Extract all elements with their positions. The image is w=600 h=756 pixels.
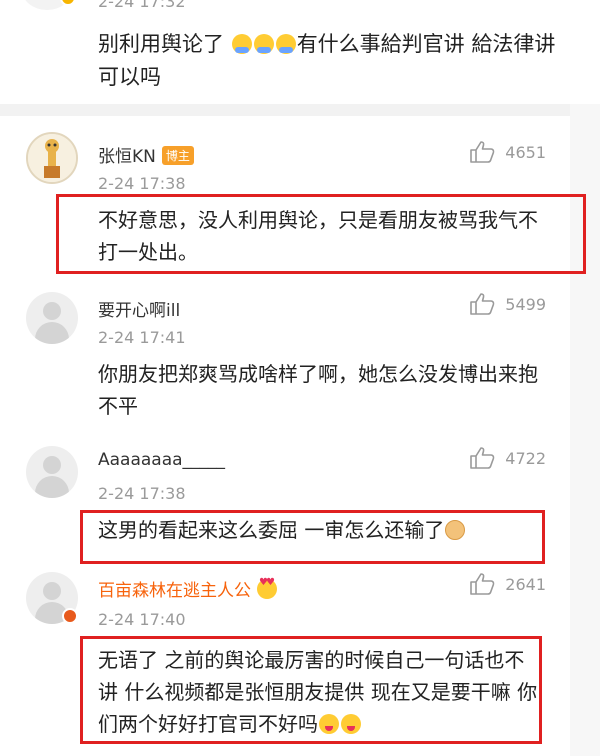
commenter-name[interactable]: 要开心啊ill bbox=[98, 296, 180, 321]
blogger-badge: 博主 bbox=[161, 146, 194, 165]
heart-eyes-emoji-icon bbox=[257, 577, 277, 599]
comment-text: 别利用舆论了 有什么事給判官讲 給法律讲可以吗 bbox=[98, 32, 556, 89]
like-button[interactable]: 2641 bbox=[469, 572, 546, 596]
like-button[interactable]: 5499 bbox=[469, 292, 546, 316]
like-count: 5499 bbox=[505, 294, 546, 314]
section-divider bbox=[0, 104, 600, 116]
commenter-name[interactable]: 张恒KN 博主 bbox=[98, 142, 194, 167]
avatar[interactable] bbox=[26, 446, 78, 498]
hugging-face-emoji-icon bbox=[275, 34, 296, 54]
avatar[interactable] bbox=[26, 292, 78, 344]
like-count: 4651 bbox=[505, 142, 546, 162]
hugging-face-emoji-icon bbox=[231, 34, 252, 54]
highlight-box bbox=[80, 636, 542, 744]
like-button[interactable]: 4722 bbox=[469, 446, 546, 470]
avatar[interactable] bbox=[26, 132, 78, 184]
like-count: 2641 bbox=[505, 574, 546, 594]
giraffe-avatar-icon bbox=[28, 134, 76, 182]
verified-badge-icon bbox=[62, 608, 78, 624]
comment-date: 2-24 17:38 bbox=[98, 484, 186, 503]
reply-item: 要开心啊ill 2-24 17:41 5499 你朋友把郑爽骂成啥样了啊，她怎么… bbox=[0, 286, 570, 436]
comment-date: 2-24 17:32 bbox=[98, 0, 186, 11]
like-count: 4722 bbox=[505, 448, 546, 468]
thumbs-up-icon bbox=[470, 293, 495, 315]
comment-date: 2-24 17:41 bbox=[98, 328, 186, 347]
comment-date: 2-24 17:40 bbox=[98, 610, 186, 629]
highlight-box bbox=[80, 510, 545, 564]
comment-text: 你朋友把郑爽骂成啥样了啊，她怎么没发博出来抱不平 bbox=[98, 362, 538, 418]
thumbs-up-icon bbox=[470, 141, 495, 163]
hugging-face-emoji-icon bbox=[253, 34, 274, 54]
top-comment: 2-24 17:32 别利用舆论了 有什么事給判官讲 給法律讲可以吗 bbox=[0, 0, 600, 104]
highlight-box bbox=[56, 194, 586, 274]
commenter-name[interactable]: Aaaaaaaa_____ bbox=[98, 450, 225, 470]
thumbs-up-icon bbox=[470, 447, 495, 469]
commenter-name[interactable]: 百亩森林在逃主人公 bbox=[98, 576, 278, 601]
comment-date: 2-24 17:38 bbox=[98, 174, 186, 193]
thumbs-up-icon bbox=[470, 573, 495, 595]
like-button[interactable]: 4651 bbox=[469, 140, 546, 164]
